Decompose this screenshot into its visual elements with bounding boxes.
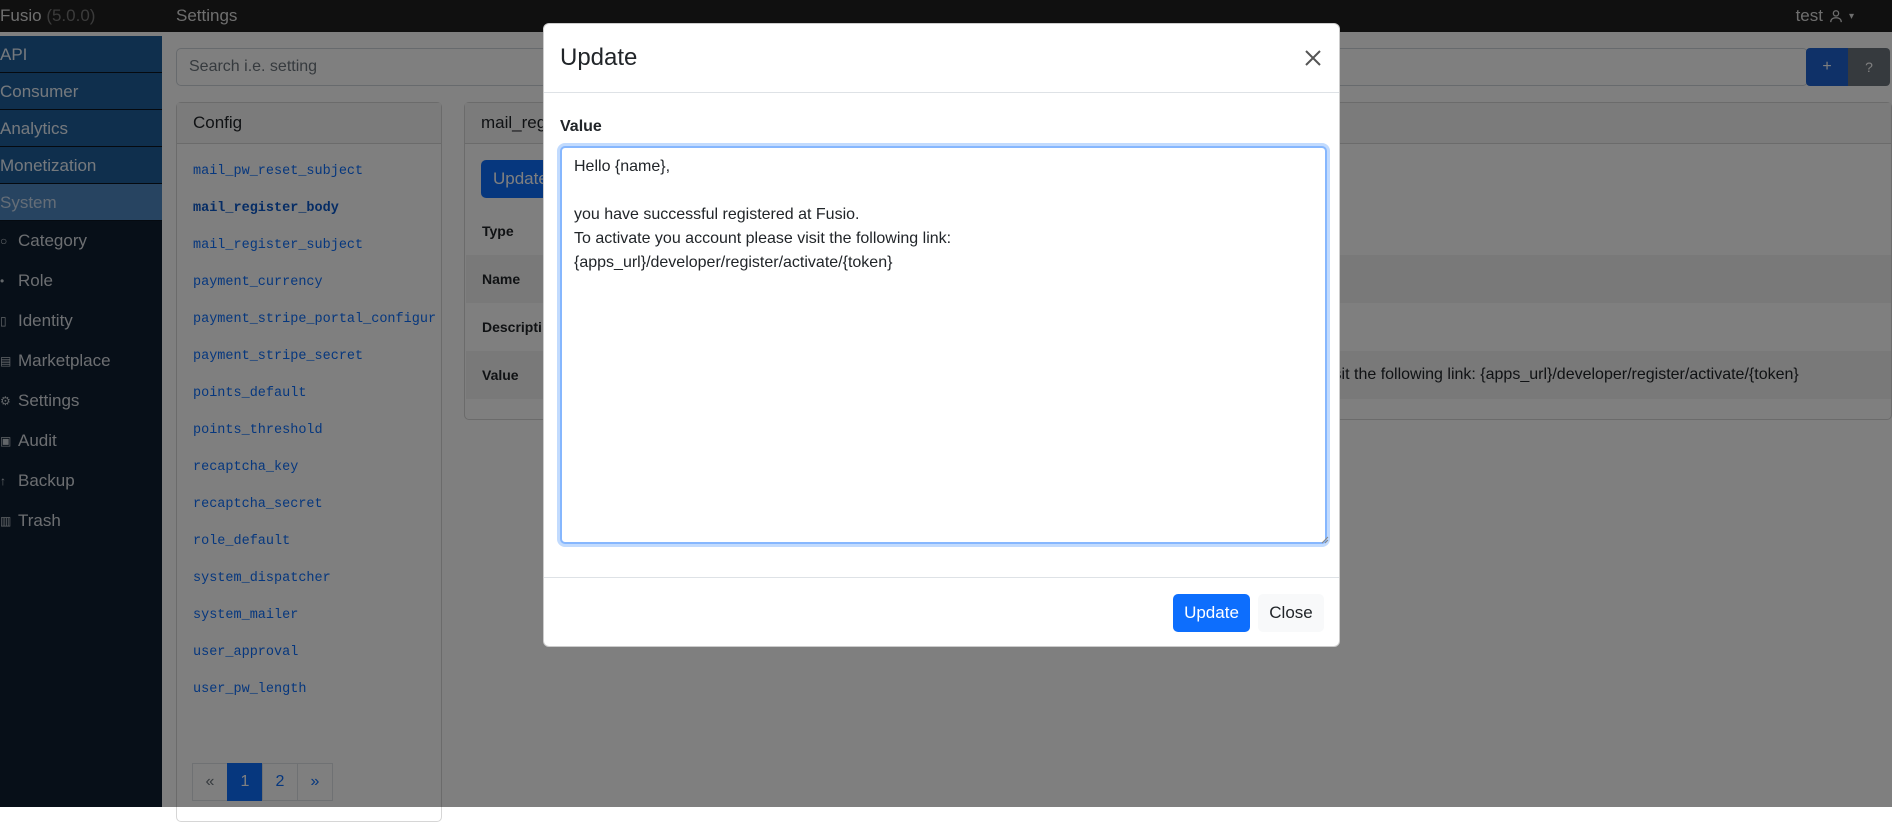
modal-update-button[interactable]: Update — [1173, 594, 1250, 632]
modal-title: Update — [560, 44, 638, 71]
modal-footer: Update Close — [544, 577, 1339, 647]
modal-close-button[interactable]: Close — [1258, 594, 1324, 632]
modal-header: Update — [544, 24, 1339, 93]
value-textarea[interactable]: Hello {name}, you have successful regist… — [560, 146, 1327, 544]
modal-body: Value Hello {name}, you have successful … — [544, 93, 1339, 583]
update-modal: Update Value Hello {name}, you have succ… — [543, 23, 1340, 647]
resize-handle-icon[interactable] — [1321, 536, 1329, 544]
close-icon[interactable] — [1301, 46, 1325, 70]
value-label: Value — [560, 118, 602, 135]
